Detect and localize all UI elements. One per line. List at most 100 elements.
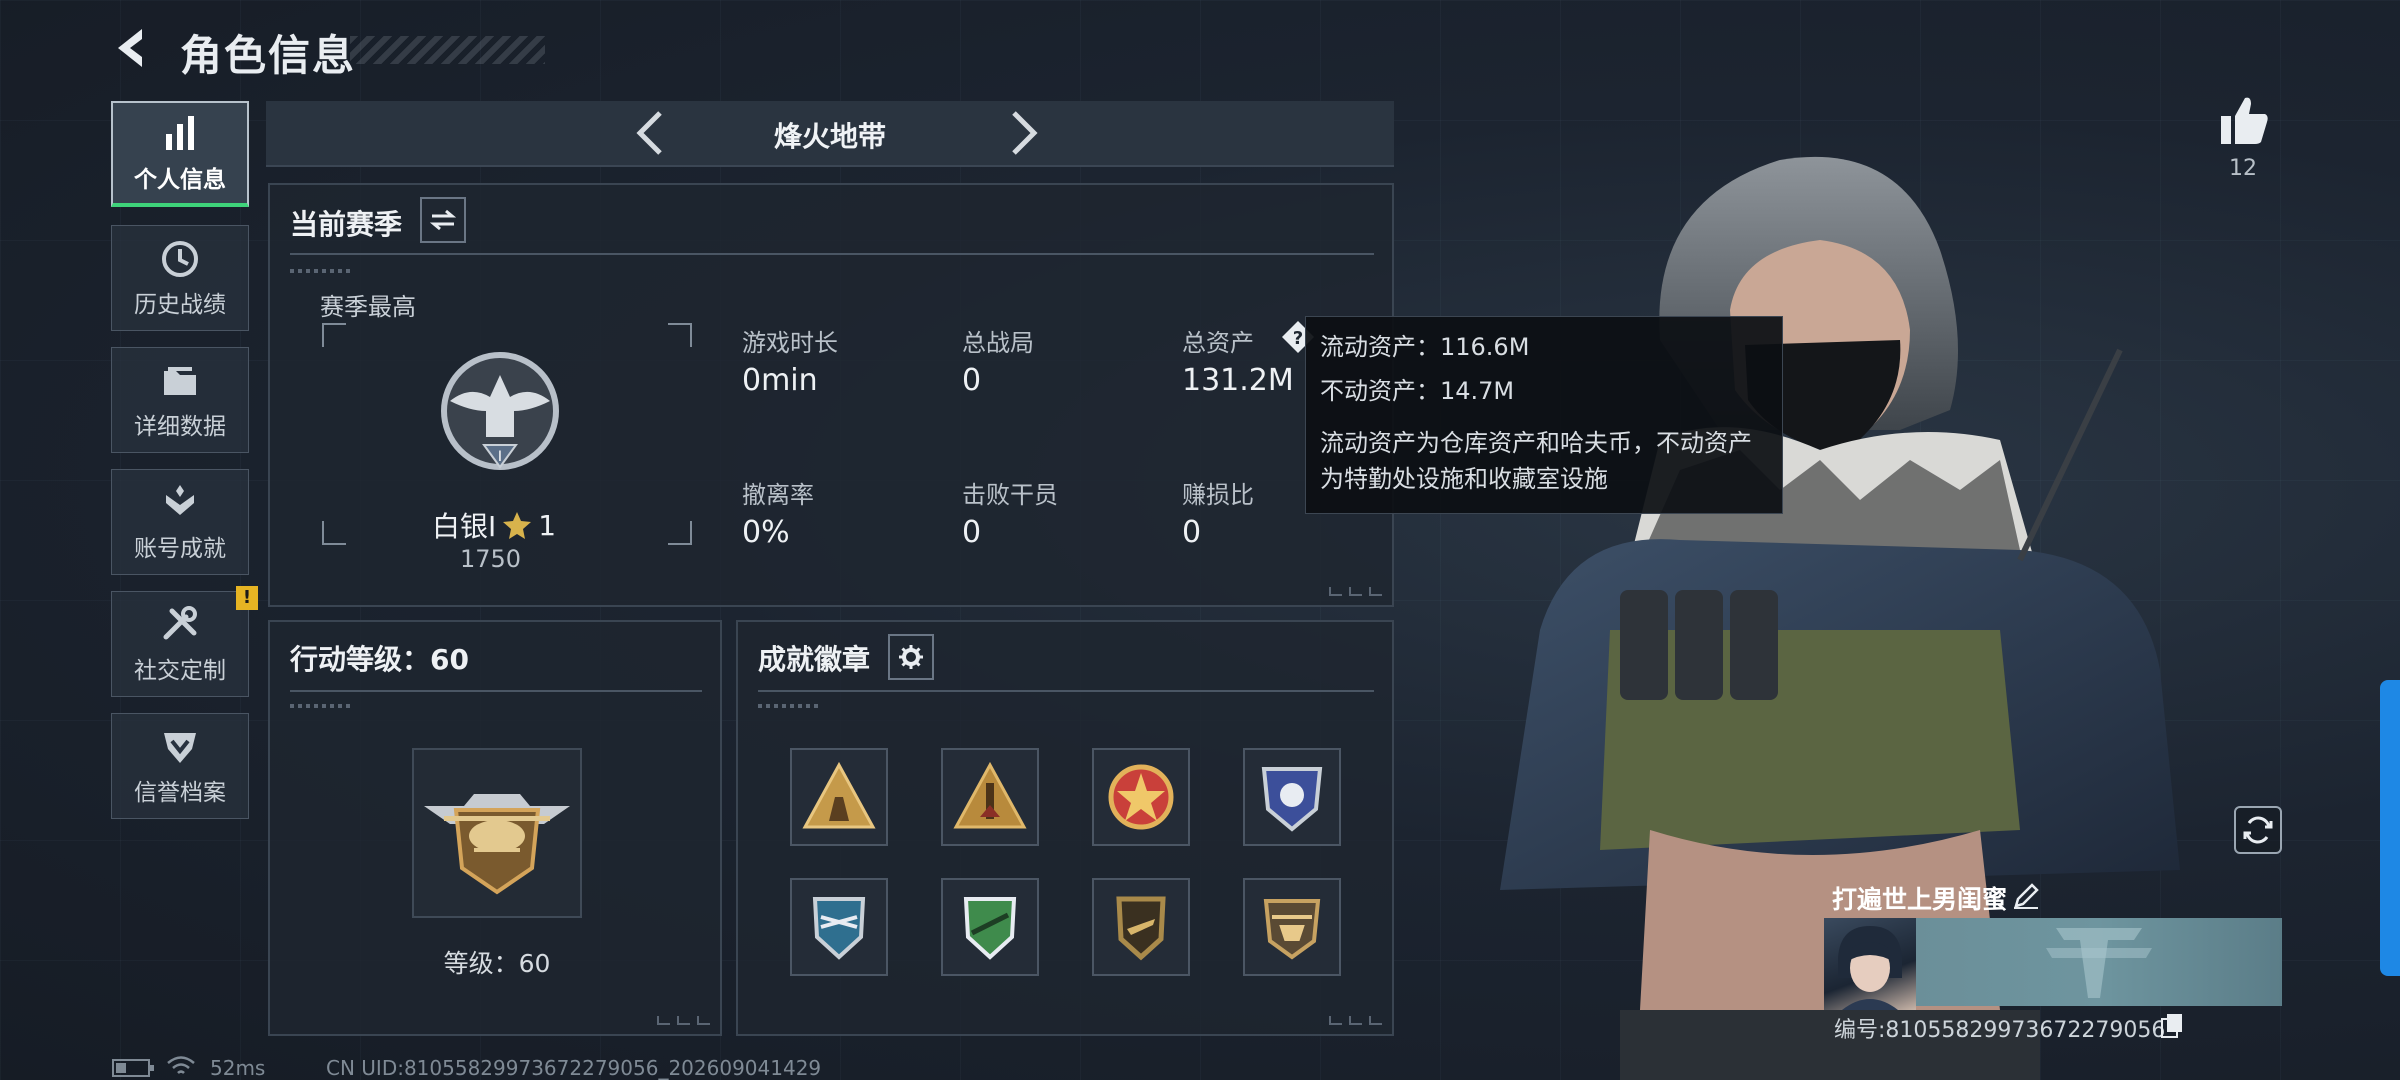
wifi-icon <box>167 1056 195 1074</box>
name-card-emblem <box>2046 928 2152 998</box>
rank-emblem-icon: I <box>441 352 559 470</box>
sidebar-item-label: 社交定制 <box>134 658 226 684</box>
achievement-badge[interactable] <box>1092 878 1190 976</box>
tooltip-liquid-assets: 流动资产：116.6M <box>1320 333 1530 361</box>
achievement-badge[interactable] <box>1243 878 1341 976</box>
next-mode-arrow-icon[interactable] <box>996 107 1048 159</box>
svg-text:I: I <box>498 449 502 465</box>
blue-wings-badge-icon <box>812 897 866 960</box>
side-tab-handle[interactable] <box>2380 680 2400 976</box>
achievement-badge[interactable] <box>1092 748 1190 846</box>
achievement-badge[interactable] <box>790 748 888 846</box>
stat-label-total-assets: 总资产 <box>1182 329 1254 357</box>
clock-icon <box>162 241 198 277</box>
stat-label-profit-ratio: 赚损比 <box>1182 481 1254 509</box>
triangle-soldiers-badge-icon <box>802 761 876 829</box>
thumbs-up-icon[interactable] <box>2215 92 2271 148</box>
corner-decoration <box>657 1016 710 1025</box>
tools-icon <box>163 606 197 640</box>
sidebar-item-label: 账号成就 <box>134 536 226 562</box>
rank-points: 1750 <box>460 545 522 573</box>
stat-value-profit-ratio: 0 <box>1182 515 1202 550</box>
stat-value-matches: 0 <box>962 363 982 398</box>
season-panel: 当前赛季 赛季最高 I 白银I 1 1750 游戏时长 0min 总战局 0 总… <box>268 183 1394 607</box>
rank-stars: 1 <box>538 508 557 542</box>
swap-icon <box>430 209 456 231</box>
level-title: 行动等级：60 <box>290 643 469 676</box>
badge-settings-button[interactable] <box>888 634 934 680</box>
avatar[interactable] <box>1824 918 1916 1010</box>
tooltip-description-line1: 流动资产为仓库资产和哈夫币，不动资产 <box>1320 429 1752 457</box>
stat-value-total-assets: 131.2M <box>1182 363 1294 398</box>
gold-heli-badge-icon <box>1263 899 1321 960</box>
achievement-badge[interactable] <box>941 748 1039 846</box>
season-title: 当前赛季 <box>290 208 403 241</box>
mode-selector: 烽火地带 <box>266 101 1394 167</box>
corner-decoration <box>1329 1016 1382 1025</box>
sidebar-item-social-custom[interactable]: 社交定制 ! <box>111 586 258 697</box>
stat-value-extract-rate: 0% <box>742 515 790 550</box>
copy-icon[interactable] <box>2160 1012 2184 1038</box>
achievements-panel: 成就徽章 <box>736 620 1394 1036</box>
stat-label-kills: 击败干员 <box>962 481 1058 509</box>
season-switch-button[interactable] <box>420 197 466 243</box>
battery-icon <box>112 1059 154 1077</box>
player-id: 编号:81055829973672279056 <box>1834 1018 2166 1043</box>
sidebar-item-detailed-data[interactable]: 详细数据 <box>111 347 249 453</box>
ping-text: 52ms <box>210 1056 266 1080</box>
refresh-icon <box>2243 816 2273 844</box>
green-rifle-badge-icon <box>963 897 1017 960</box>
achievement-badge[interactable] <box>790 878 888 976</box>
sidebar-item-label: 信誉档案 <box>134 780 226 806</box>
mode-title: 烽火地带 <box>773 120 886 153</box>
achievements-title: 成就徽章 <box>758 643 871 676</box>
rank-display: 白银I 1 <box>432 505 556 545</box>
tooltip-description-line2: 为特勤处设施和收藏室设施 <box>1320 465 1608 493</box>
stat-value-playtime: 0min <box>742 363 818 398</box>
season-best-label: 赛季最高 <box>320 293 416 321</box>
helicopter-level-badge-icon <box>424 794 570 895</box>
level-badge-frame <box>412 748 582 918</box>
title-decoration <box>350 36 545 64</box>
folder-icon <box>164 367 196 395</box>
rank-name: 白银I <box>432 510 497 543</box>
gear-icon <box>899 645 923 669</box>
sidebar-item-label: 个人信息 <box>134 167 226 193</box>
corner-decoration <box>1329 587 1382 596</box>
sidebar-item-achievements[interactable]: 账号成就 <box>111 469 249 575</box>
sidebar-item-history[interactable]: 历史战绩 <box>111 225 249 331</box>
back-arrow-icon[interactable] <box>110 25 156 71</box>
star-emblem-badge-icon <box>1108 764 1174 830</box>
bar-chart-icon <box>166 116 194 150</box>
like-count: 12 <box>2229 156 2257 181</box>
rotate-model-button[interactable] <box>2234 806 2282 854</box>
achievement-badge[interactable] <box>941 878 1039 976</box>
level-panel: 行动等级：60 等级：60 <box>268 620 722 1036</box>
player-name: 打遍世上男闺蜜 <box>1832 885 2008 914</box>
uid-text: CN UID:81055829973672279056_202609041429 <box>326 1056 822 1080</box>
asset-tooltip: 流动资产：116.6M 不动资产：14.7M 流动资产为仓库资产和哈夫币，不动资… <box>1305 316 1783 514</box>
sidebar-item-label: 详细数据 <box>134 414 226 440</box>
avatar-portrait-icon <box>1838 926 1902 1010</box>
achievement-badge[interactable] <box>1243 748 1341 846</box>
blue-shield-badge-icon <box>1261 767 1323 832</box>
page-title: 角色信息 <box>180 31 357 80</box>
name-card-banner <box>1916 918 2282 1006</box>
sidebar-item-personal-info[interactable]: 个人信息 <box>111 101 249 207</box>
stat-label-playtime: 游戏时长 <box>742 329 838 357</box>
tooltip-fixed-assets: 不动资产：14.7M <box>1320 377 1515 405</box>
sidebar-item-label: 历史战绩 <box>134 292 226 318</box>
stat-label-extract-rate: 撤离率 <box>742 481 814 509</box>
gold-gun-badge-icon <box>1116 896 1166 961</box>
achievement-icon <box>166 485 194 515</box>
stat-value-kills: 0 <box>962 515 982 550</box>
stat-label-matches: 总战局 <box>962 329 1034 357</box>
svg-text:?: ? <box>1293 328 1303 349</box>
edit-pencil-icon[interactable] <box>2012 882 2040 910</box>
alert-badge: ! <box>236 586 258 610</box>
level-label: 等级：60 <box>443 949 551 978</box>
triangle-rocket-badge-icon <box>953 761 1027 829</box>
sidebar-item-reputation[interactable]: 信誉档案 <box>111 713 249 819</box>
shield-check-icon <box>164 733 196 763</box>
star-icon <box>503 512 532 539</box>
